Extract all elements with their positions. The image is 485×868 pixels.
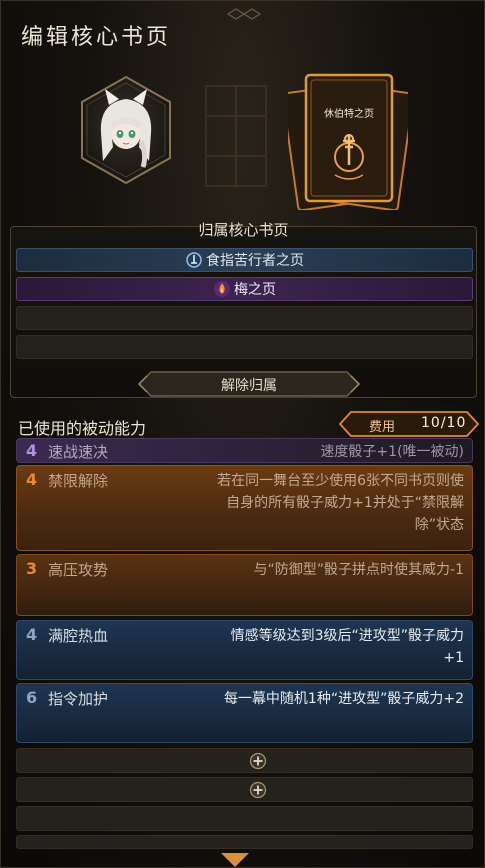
character-portrait-icon	[81, 75, 171, 185]
cost-value: 10/10	[421, 415, 467, 431]
dissolve-button[interactable]: 解除归属	[137, 371, 361, 397]
core-page-name: 休伯特之页	[324, 109, 374, 120]
passive-name: 指令加护	[48, 690, 109, 708]
core-page-card[interactable]	[281, 65, 415, 212]
passive-row[interactable]: 4 禁限解除 若在同一舞台至少使用6张不同书页则使自身的所有骰子威力+1并处于“…	[16, 465, 473, 551]
empty-passive-slot[interactable]	[16, 748, 473, 773]
passive-desc: 速度骰子+1(唯一被动)	[320, 444, 464, 460]
passive-row[interactable]: 6 指令加护 每一幕中随机1种“进攻型”骰子威力+2	[16, 683, 473, 743]
belong-slot-1[interactable]: 食指苦行者之页	[16, 248, 473, 272]
dissolve-label: 解除归属	[221, 378, 277, 394]
belong-title: 归属核心书页	[198, 221, 289, 239]
background-pattern	[205, 85, 267, 187]
belong-slot-3[interactable]	[16, 306, 473, 330]
cost-badge: 费用 10/10	[339, 411, 479, 437]
belong-slot-4[interactable]	[16, 335, 473, 359]
passive-row[interactable]: 4 速战速决 速度骰子+1(唯一被动)	[16, 438, 473, 463]
passive-cost: 4	[26, 625, 38, 644]
passive-name: 速战速决	[48, 443, 109, 461]
passive-row[interactable]: 3 高压攻势 与“防御型”骰子拼点时使其威力-1	[16, 554, 473, 616]
belong-slot-2[interactable]: 梅之页	[16, 277, 473, 301]
passive-desc: 每一幕中随机1种“进攻型”骰子威力+2	[223, 691, 464, 707]
scroll-down-icon[interactable]	[215, 851, 255, 868]
passive-header: 已使用的被动能力	[18, 419, 147, 438]
card-stack-icon	[281, 73, 415, 212]
passive-cost: 3	[26, 559, 38, 578]
character-portrait[interactable]	[79, 75, 173, 185]
passive-cost: 4	[26, 441, 38, 460]
passive-name: 高压攻势	[48, 561, 109, 579]
top-ornament-icon	[226, 8, 262, 20]
add-plus-icon[interactable]	[249, 752, 267, 770]
passive-name: 满腔热血	[48, 627, 109, 645]
belong-slot-label: 梅之页	[234, 282, 276, 298]
cost-label: 费用	[369, 420, 396, 435]
page-title: 编辑核心书页	[21, 25, 172, 50]
passive-name: 禁限解除	[48, 472, 109, 490]
edit-core-page-panel: 编辑核心书页 休伯特之页 归属核心书页 食指苦行者之页 梅之页 解除归属 已使用…	[0, 0, 485, 868]
add-plus-icon[interactable]	[249, 781, 267, 799]
empty-passive-slot[interactable]	[16, 777, 473, 802]
empty-passive-slot[interactable]	[16, 806, 473, 831]
passive-desc: 与“防御型”骰子拼点时使其威力-1	[253, 562, 464, 578]
passive-desc: 若在同一舞台至少使用6张不同书页则使自身的所有骰子威力+1并处于“禁限解除”状态	[217, 473, 464, 533]
belong-slot-label: 食指苦行者之页	[206, 253, 304, 269]
index-finger-icon	[186, 252, 202, 268]
passive-desc: 情感等级达到3级后“进攻型”骰子威力+1	[230, 628, 464, 666]
flame-icon	[214, 281, 230, 297]
passive-row[interactable]: 4 满腔热血 情感等级达到3级后“进攻型”骰子威力+1	[16, 620, 473, 680]
passive-cost: 4	[26, 470, 38, 489]
empty-passive-slot[interactable]	[16, 835, 473, 849]
passive-cost: 6	[26, 688, 38, 707]
